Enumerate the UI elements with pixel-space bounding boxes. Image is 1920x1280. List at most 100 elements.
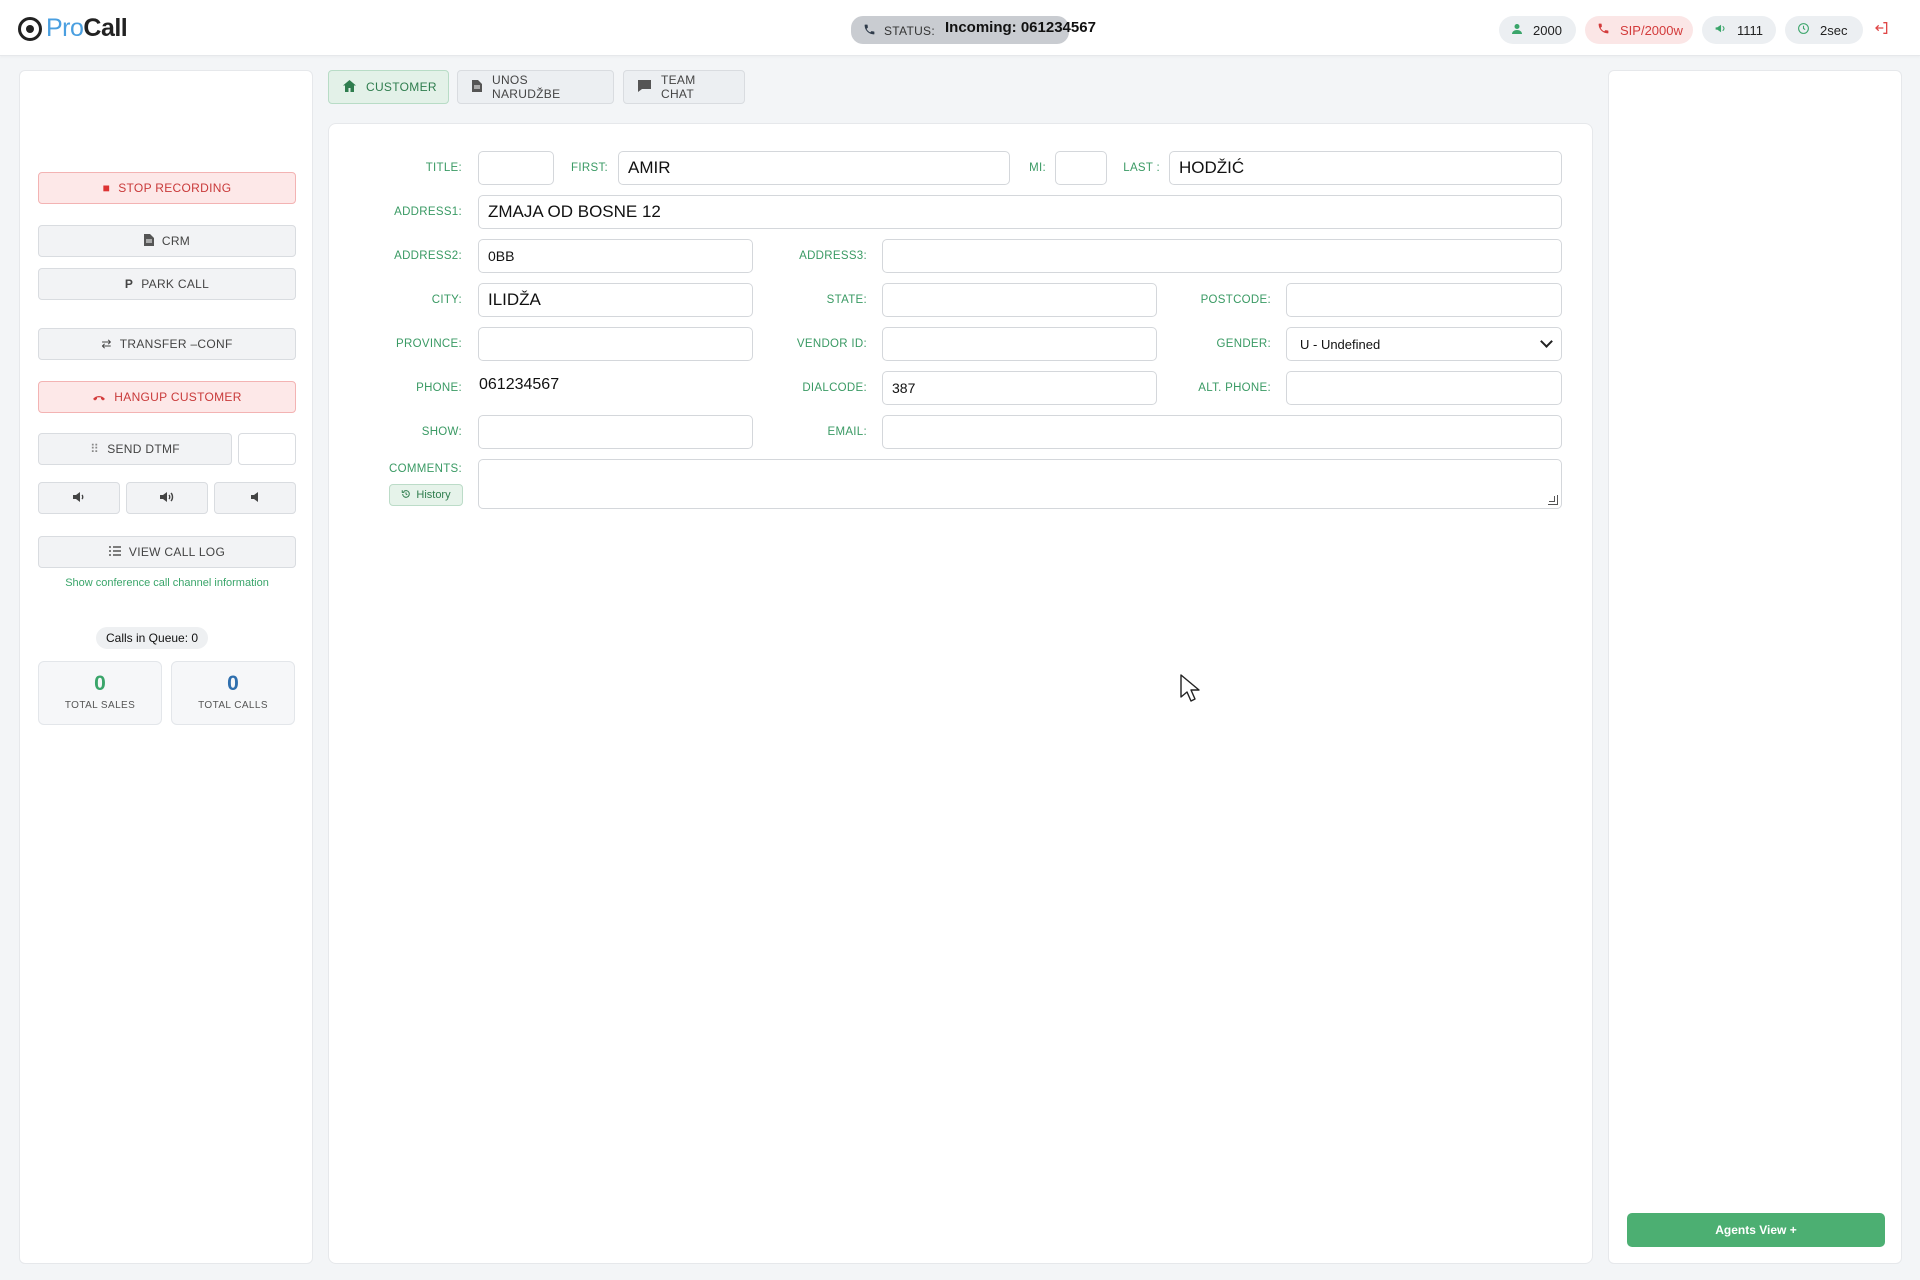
volume-up-button[interactable] <box>126 482 208 514</box>
agent-id-badge[interactable]: 2000 <box>1499 16 1576 44</box>
timer-badge: 2sec <box>1785 16 1863 44</box>
alt-phone-label: ALT. PHONE: <box>1198 382 1271 394</box>
view-call-log-label: VIEW CALL LOG <box>128 545 226 559</box>
transfer-conf-button[interactable]: ⇄ TRANSFER –CONF <box>38 328 296 360</box>
email-field[interactable] <box>882 415 1562 449</box>
dialcode-label: DIALCODE: <box>802 382 867 394</box>
first-name-field[interactable]: AMIR <box>618 151 1010 185</box>
address2-field[interactable]: 0BB <box>478 239 753 273</box>
status-label: STATUS: <box>884 24 935 38</box>
agents-view-button[interactable]: Agents View + <box>1627 1213 1885 1247</box>
last-label: LAST : <box>1123 162 1160 174</box>
mute-button[interactable] <box>214 482 296 514</box>
logo-icon <box>18 16 42 41</box>
tab-customer-label: CUSTOMER <box>366 80 437 94</box>
total-sales-value: 0 <box>94 672 106 695</box>
park-call-label: PARK CALL <box>141 277 210 291</box>
chat-icon <box>638 79 651 95</box>
total-calls-label: TOTAL CALLS <box>198 700 268 711</box>
document-icon <box>472 79 482 95</box>
total-calls-value: 0 <box>227 672 239 695</box>
dialcode-field[interactable]: 387 <box>882 371 1157 405</box>
phone-icon <box>1597 22 1610 38</box>
address2-label: ADDRESS2: <box>394 250 462 262</box>
hangup-customer-button[interactable]: HANGUP CUSTOMER <box>38 381 296 413</box>
postcode-field[interactable] <box>1286 283 1562 317</box>
email-label: EMAIL: <box>827 426 867 438</box>
user-icon <box>1511 23 1523 38</box>
clock-icon <box>1797 22 1810 38</box>
comments-textarea[interactable] <box>478 459 1562 509</box>
gender-select[interactable]: U - Undefined <box>1286 327 1562 361</box>
volume-down-button[interactable] <box>38 482 120 514</box>
call-status-pill: STATUS: Incoming: 061234567 <box>851 16 1096 44</box>
agent-id-text: 2000 <box>1533 22 1562 38</box>
history-icon <box>401 489 411 502</box>
state-field[interactable] <box>882 283 1157 317</box>
city-label: CITY: <box>431 294 462 306</box>
conference-info-link[interactable]: Show conference call channel information <box>20 577 314 589</box>
address1-label: ADDRESS1: <box>394 206 462 218</box>
home-icon <box>343 79 356 95</box>
mi-field[interactable] <box>1055 151 1107 185</box>
volume-up-icon <box>159 491 175 506</box>
calls-in-queue-badge: Calls in Queue: 0 <box>96 627 209 649</box>
status-text: Incoming: 061234567 <box>945 19 1096 36</box>
speaker-icon <box>250 491 260 506</box>
logo-pro-text: Pro <box>46 14 84 42</box>
logout-icon[interactable] <box>1872 20 1892 40</box>
resize-handle-icon[interactable] <box>1548 495 1558 505</box>
stop-recording-button[interactable]: ■ STOP RECORDING <box>38 172 296 204</box>
stop-recording-label: STOP RECORDING <box>118 181 232 195</box>
show-label: SHOW: <box>421 426 462 438</box>
address3-field[interactable] <box>882 239 1562 273</box>
total-sales-label: TOTAL SALES <box>64 700 136 711</box>
agents-panel: Agents View + <box>1608 70 1902 1264</box>
logo-call-text: Call <box>83 14 128 42</box>
transfer-conf-label: TRANSFER –CONF <box>119 337 233 351</box>
tab-customer[interactable]: CUSTOMER <box>328 70 449 104</box>
keypad-icon: ⠿ <box>90 442 100 456</box>
send-dtmf-label: SEND DTMF <box>107 442 180 456</box>
campaign-badge[interactable]: 1111 <box>1702 16 1776 44</box>
crm-label: CRM <box>161 234 191 248</box>
address1-field[interactable]: ZMAJA OD BOSNE 12 <box>478 195 1562 229</box>
top-header: ProCall STATUS: Incoming: 061234567 2000… <box>0 0 1920 56</box>
view-call-log-button[interactable]: VIEW CALL LOG <box>38 536 296 568</box>
dtmf-input[interactable] <box>238 433 296 465</box>
list-icon <box>108 545 121 559</box>
alt-phone-field[interactable] <box>1286 371 1562 405</box>
hangup-icon <box>92 390 106 404</box>
phone-value: 061234567 <box>479 376 560 393</box>
phone-label: PHONE: <box>416 382 462 394</box>
park-call-button[interactable]: P PARK CALL <box>38 268 296 300</box>
show-field[interactable] <box>478 415 753 449</box>
sip-text: SIP/2000w <box>1620 22 1683 38</box>
hangup-customer-label: HANGUP CUSTOMER <box>114 390 242 404</box>
address3-label: ADDRESS3: <box>799 250 867 262</box>
tab-team-chat[interactable]: TEAM CHAT <box>623 70 745 104</box>
tab-unos-narudzbe[interactable]: UNOS NARUDŽBE <box>457 70 614 104</box>
mi-label: MI: <box>1029 162 1046 174</box>
province-field[interactable] <box>478 327 753 361</box>
send-dtmf-button[interactable]: ⠿ SEND DTMF <box>38 433 232 465</box>
comments-label: COMMENTS: <box>389 463 462 475</box>
gender-label: GENDER: <box>1216 338 1271 350</box>
stop-icon: ■ <box>102 181 111 195</box>
total-calls-card: 0 TOTAL CALLS <box>171 661 295 725</box>
title-label: TITLE: <box>425 162 462 174</box>
first-label: FIRST: <box>571 162 608 174</box>
total-sales-card: 0 TOTAL SALES <box>38 661 162 725</box>
vendor-id-label: VENDOR ID: <box>796 338 867 350</box>
last-name-field[interactable]: HODŽIĆ <box>1169 151 1562 185</box>
postcode-label: POSTCODE: <box>1200 294 1271 306</box>
vendor-id-field[interactable] <box>882 327 1157 361</box>
campaign-text: 1111 <box>1737 22 1764 38</box>
history-button[interactable]: History <box>389 484 463 506</box>
gender-selected-value: U - Undefined <box>1300 336 1381 352</box>
volume-down-icon <box>72 491 86 506</box>
crm-button[interactable]: CRM <box>38 225 296 257</box>
sip-badge[interactable]: SIP/2000w <box>1585 16 1693 44</box>
history-label: History <box>416 489 451 501</box>
city-field[interactable]: ILIDŽA <box>478 283 753 317</box>
